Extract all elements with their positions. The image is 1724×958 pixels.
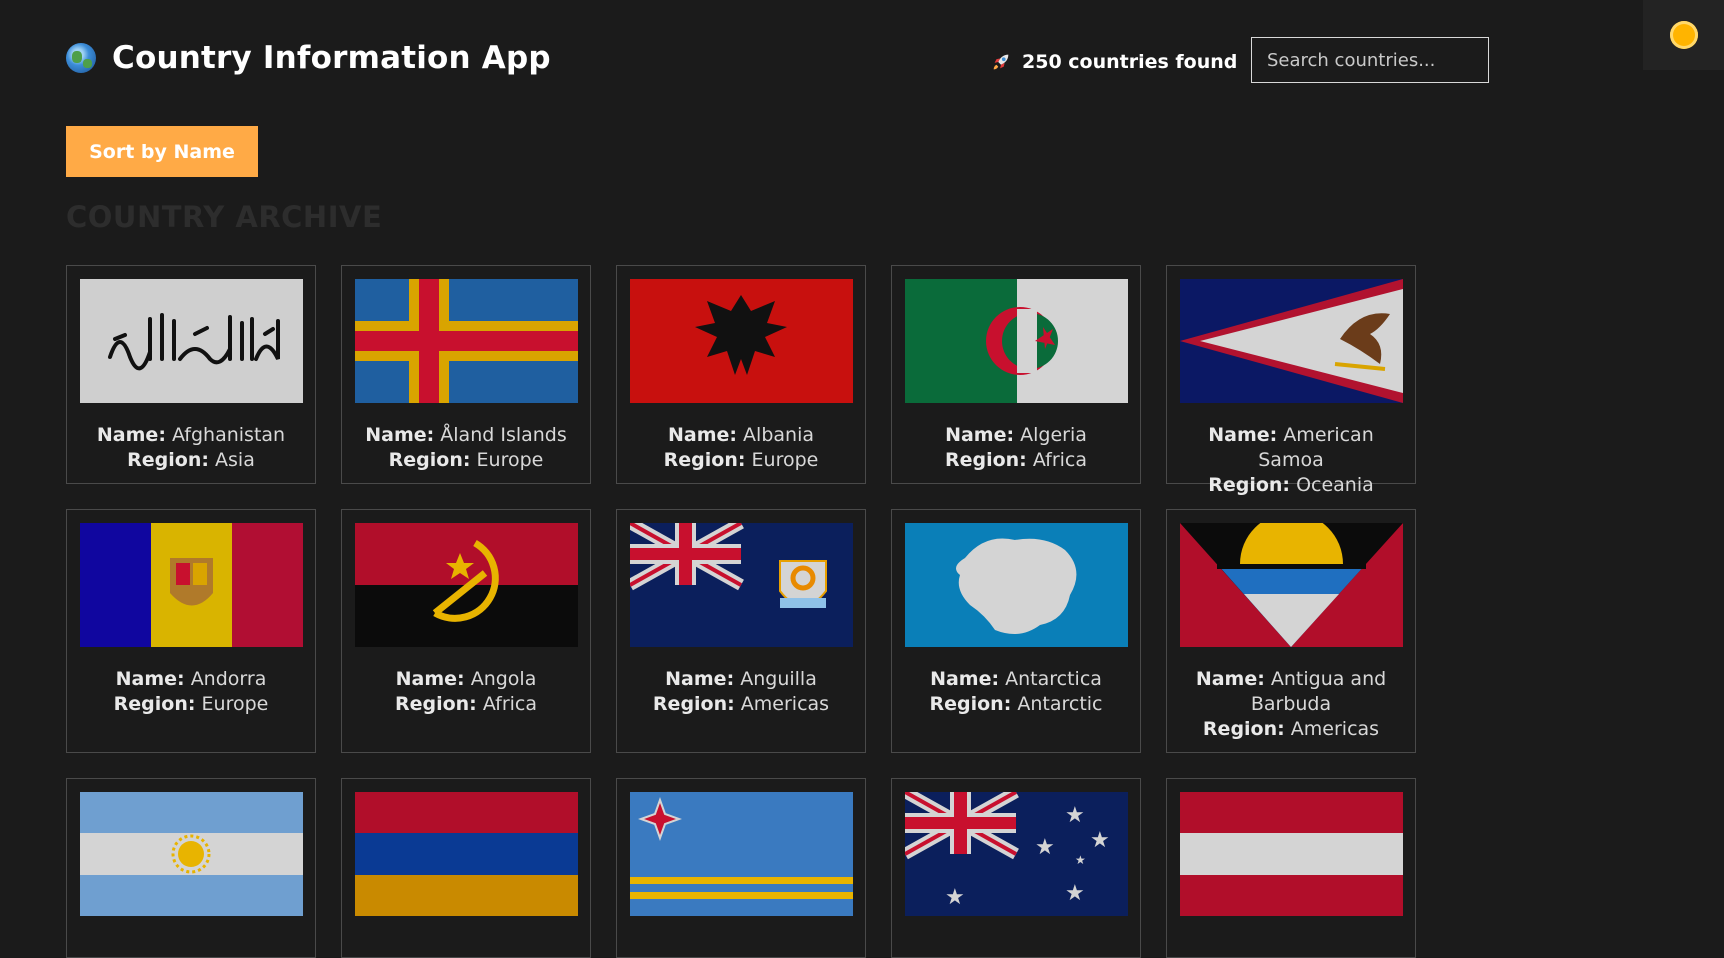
country-region-line: Region: Americas — [1202, 718, 1380, 740]
country-name-line: Name: American Samoa — [1208, 424, 1374, 471]
country-region: Americas — [740, 693, 830, 715]
country-name: Antarctica — [1005, 668, 1102, 690]
country-name: Afghanistan — [171, 424, 286, 446]
country-region-line: Region: Oceania — [1208, 474, 1374, 496]
country-info: Name: Åland Islands Region: Europe — [350, 423, 582, 473]
rocket-icon — [993, 54, 1009, 70]
country-name-line: Name: Albania — [667, 424, 814, 446]
country-region: Europe — [201, 693, 269, 715]
angola-flag-icon — [355, 523, 578, 647]
country-region: Africa — [1032, 449, 1088, 471]
country-card[interactable]: Name: Antigua and Barbuda Region: Americ… — [1166, 509, 1416, 753]
country-info: Name: Angola Region: Africa — [350, 667, 582, 717]
globe-icon — [66, 43, 96, 73]
country-name-line: Name: Angola — [395, 668, 537, 690]
country-card[interactable]: Name: Anguilla Region: Americas — [616, 509, 866, 753]
country-name: Anguilla — [740, 668, 817, 690]
country-card[interactable]: Name: Andorra Region: Europe — [66, 509, 316, 753]
country-card[interactable] — [1166, 778, 1416, 958]
country-region-line: Region: Antarctic — [929, 693, 1103, 715]
country-info: Name: Antigua and Barbuda Region: Americ… — [1175, 667, 1407, 742]
country-card[interactable]: Name: Angola Region: Africa — [341, 509, 591, 753]
australia-flag-icon: ★ ★ ★ ★ ★ ★ — [905, 792, 1128, 916]
albania-flag-icon — [630, 279, 853, 403]
country-card[interactable] — [616, 778, 866, 958]
country-region-line: Region: Europe — [663, 449, 819, 471]
country-name: Antigua and Barbuda — [1250, 668, 1387, 715]
svg-text:★: ★ — [1035, 835, 1055, 860]
country-region: Americas — [1290, 718, 1380, 740]
country-info: Name: Anguilla Region: Americas — [625, 667, 857, 717]
country-name: Algeria — [1020, 424, 1087, 446]
country-count: 250 countries found — [990, 51, 1237, 73]
country-info: Name: Albania Region: Europe — [625, 423, 857, 473]
country-name-line: Name: Afghanistan — [96, 424, 286, 446]
andorra-flag-icon — [80, 523, 303, 647]
country-region-line: Region: Americas — [652, 693, 830, 715]
afghanistan-flag-icon — [80, 279, 303, 403]
american-samoa-flag-icon — [1180, 279, 1403, 403]
country-name-line: Name: Åland Islands — [365, 424, 567, 446]
theme-toggle-button[interactable] — [1643, 0, 1724, 70]
country-region: Oceania — [1296, 474, 1374, 496]
country-card[interactable] — [341, 778, 591, 958]
country-name-line: Name: Antarctica — [930, 668, 1102, 690]
country-card[interactable]: Name: Afghanistan Region: Asia — [66, 265, 316, 484]
country-region-line: Region: Africa — [944, 449, 1088, 471]
svg-text:★: ★ — [945, 885, 965, 910]
country-region-line: Region: Africa — [394, 693, 538, 715]
svg-text:★: ★ — [1075, 853, 1086, 867]
country-name: Åland Islands — [440, 424, 567, 446]
antigua-and-barbuda-flag-icon — [1180, 523, 1403, 647]
country-region-line: Region: Asia — [127, 449, 255, 471]
country-info: Name: Andorra Region: Europe — [75, 667, 307, 717]
country-region: Africa — [482, 693, 538, 715]
aruba-flag-icon — [630, 792, 853, 916]
anguilla-flag-icon — [630, 523, 853, 647]
search-input[interactable] — [1251, 37, 1489, 83]
country-name-line: Name: Algeria — [945, 424, 1087, 446]
austria-flag-icon — [1180, 792, 1403, 916]
country-info: Name: Antarctica Region: Antarctic — [900, 667, 1132, 717]
country-region: Asia — [215, 449, 255, 471]
sort-by-name-button[interactable]: Sort by Name — [66, 126, 258, 177]
armenia-flag-icon — [355, 792, 578, 916]
country-count-text: 250 countries found — [1022, 51, 1238, 73]
country-name: Andorra — [190, 668, 267, 690]
country-card[interactable]: ★ ★ ★ ★ ★ ★ — [891, 778, 1141, 958]
country-region: Europe — [751, 449, 819, 471]
country-name: Albania — [743, 424, 814, 446]
country-region: Antarctic — [1017, 693, 1103, 715]
country-region: Europe — [476, 449, 544, 471]
country-info: Name: Afghanistan Region: Asia — [75, 423, 307, 473]
svg-text:★: ★ — [1065, 881, 1085, 906]
country-card[interactable]: Name: Albania Region: Europe — [616, 265, 866, 484]
app-header: Country Information App — [66, 40, 551, 76]
country-card[interactable]: Name: Åland Islands Region: Europe — [341, 265, 591, 484]
country-name-line: Name: Antigua and Barbuda — [1195, 668, 1387, 715]
country-region-line: Region: Europe — [113, 693, 269, 715]
country-card[interactable]: Name: American Samoa Region: Oceania — [1166, 265, 1416, 496]
svg-text:★: ★ — [1065, 803, 1085, 828]
section-title: COUNTRY ARCHIVE — [66, 200, 383, 234]
algeria-flag-icon — [905, 279, 1128, 403]
app-title: Country Information App — [112, 40, 551, 76]
aland-islands-flag-icon — [355, 279, 578, 403]
country-info: Name: American Samoa Region: Oceania — [1175, 423, 1407, 498]
country-name-line: Name: Anguilla — [665, 668, 817, 690]
country-card[interactable]: Name: Algeria Region: Africa — [891, 265, 1141, 484]
country-name-line: Name: Andorra — [115, 668, 267, 690]
svg-text:★: ★ — [1090, 828, 1110, 853]
antarctica-flag-icon — [905, 523, 1128, 647]
country-card[interactable]: Name: Antarctica Region: Antarctic — [891, 509, 1141, 753]
country-card[interactable] — [66, 778, 316, 958]
country-region-line: Region: Europe — [388, 449, 544, 471]
country-name: Angola — [470, 668, 537, 690]
sun-icon — [1669, 21, 1698, 49]
argentina-flag-icon — [80, 792, 303, 916]
country-info: Name: Algeria Region: Africa — [900, 423, 1132, 473]
